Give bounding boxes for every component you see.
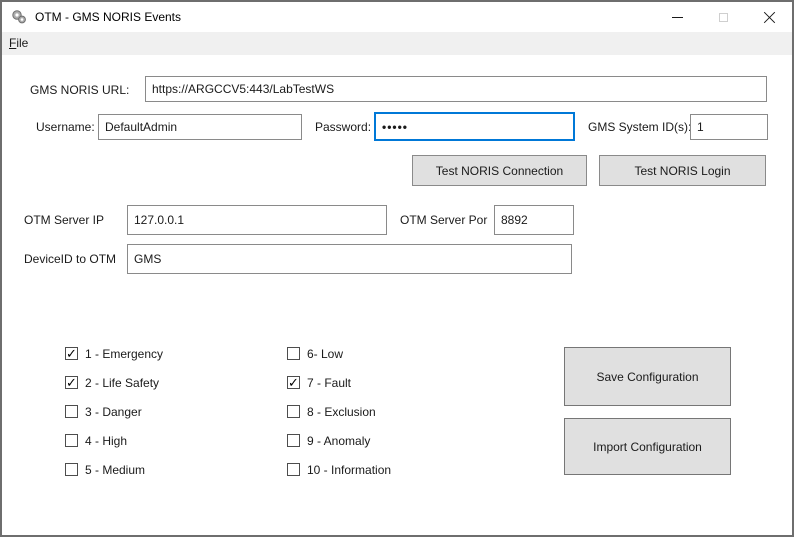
close-icon bbox=[763, 11, 776, 24]
checkbox-row-5-medium[interactable]: 5 - Medium bbox=[65, 463, 163, 476]
import-configuration-button[interactable]: Import Configuration bbox=[564, 418, 731, 475]
checkbox[interactable] bbox=[65, 405, 78, 418]
title-bar: OTM - GMS NORIS Events bbox=[2, 2, 792, 32]
username-label: Username: bbox=[36, 119, 95, 135]
checkbox-label: 4 - High bbox=[85, 434, 127, 448]
checkbox[interactable] bbox=[65, 463, 78, 476]
checkbox-row-10-information[interactable]: 10 - Information bbox=[287, 463, 391, 476]
checkbox-label: 5 - Medium bbox=[85, 463, 145, 477]
close-button[interactable] bbox=[746, 2, 792, 32]
username-input[interactable] bbox=[98, 114, 302, 140]
checkbox-label: 10 - Information bbox=[307, 463, 391, 477]
checkbox-row-9-anomaly[interactable]: 9 - Anomaly bbox=[287, 434, 391, 447]
gms-noris-url-label: GMS NORIS URL: bbox=[30, 82, 129, 98]
checkbox-label: 7 - Fault bbox=[307, 376, 351, 390]
menu-bar: File bbox=[2, 32, 792, 55]
deviceid-to-otm-input[interactable] bbox=[127, 244, 572, 274]
save-configuration-button[interactable]: Save Configuration bbox=[564, 347, 731, 406]
otm-server-ip-label: OTM Server IP bbox=[24, 212, 104, 228]
checkbox-row-8-exclusion[interactable]: 8 - Exclusion bbox=[287, 405, 391, 418]
app-window: OTM - GMS NORIS Events File GMS NORIS UR… bbox=[0, 0, 794, 537]
maximize-icon bbox=[719, 13, 728, 22]
otm-server-port-label: OTM Server Por bbox=[400, 212, 487, 228]
checkbox-row-3-danger[interactable]: 3 - Danger bbox=[65, 405, 163, 418]
checkbox-label: 6- Low bbox=[307, 347, 343, 361]
minimize-button[interactable] bbox=[654, 2, 700, 32]
gms-system-ids-label: GMS System ID(s): bbox=[588, 119, 691, 135]
checkbox[interactable] bbox=[287, 347, 300, 360]
checkbox-label: 3 - Danger bbox=[85, 405, 142, 419]
checkbox-row-6-low[interactable]: 6- Low bbox=[287, 347, 391, 360]
window-title: OTM - GMS NORIS Events bbox=[35, 10, 181, 24]
checkbox-label: 1 - Emergency bbox=[85, 347, 163, 361]
checkbox-row-1-emergency[interactable]: 1 - Emergency bbox=[65, 347, 163, 360]
checkbox[interactable] bbox=[287, 463, 300, 476]
checkbox[interactable] bbox=[287, 376, 300, 389]
test-noris-connection-button[interactable]: Test NORIS Connection bbox=[412, 155, 587, 186]
checkbox[interactable] bbox=[65, 376, 78, 389]
gms-noris-url-input[interactable] bbox=[145, 76, 767, 102]
otm-server-port-input[interactable] bbox=[494, 205, 574, 235]
test-noris-login-button[interactable]: Test NORIS Login bbox=[599, 155, 766, 186]
menu-item-file[interactable]: File bbox=[2, 32, 35, 55]
checkbox[interactable] bbox=[287, 434, 300, 447]
otm-server-ip-input[interactable] bbox=[127, 205, 387, 235]
checkbox-label: 9 - Anomaly bbox=[307, 434, 370, 448]
checkbox-label: 2 - Life Safety bbox=[85, 376, 159, 390]
password-input[interactable] bbox=[374, 112, 575, 141]
gears-icon bbox=[11, 9, 27, 25]
checkbox[interactable] bbox=[287, 405, 300, 418]
minimize-icon bbox=[672, 17, 683, 18]
deviceid-to-otm-label: DeviceID to OTM bbox=[24, 251, 116, 267]
checkbox[interactable] bbox=[65, 434, 78, 447]
maximize-button bbox=[700, 2, 746, 32]
checkbox-row-4-high[interactable]: 4 - High bbox=[65, 434, 163, 447]
event-level-column-right: 6- Low 7 - Fault 8 - Exclusion 9 - Anoma… bbox=[287, 347, 391, 476]
checkbox-row-7-fault[interactable]: 7 - Fault bbox=[287, 376, 391, 389]
caption-buttons bbox=[654, 2, 792, 32]
event-level-column-left: 1 - Emergency 2 - Life Safety 3 - Danger… bbox=[65, 347, 163, 476]
password-label: Password: bbox=[315, 119, 371, 135]
menu-file-rest: ile bbox=[16, 36, 28, 50]
gms-system-ids-input[interactable] bbox=[690, 114, 768, 140]
checkbox[interactable] bbox=[65, 347, 78, 360]
checkbox-label: 8 - Exclusion bbox=[307, 405, 376, 419]
checkbox-row-2-life-safety[interactable]: 2 - Life Safety bbox=[65, 376, 163, 389]
